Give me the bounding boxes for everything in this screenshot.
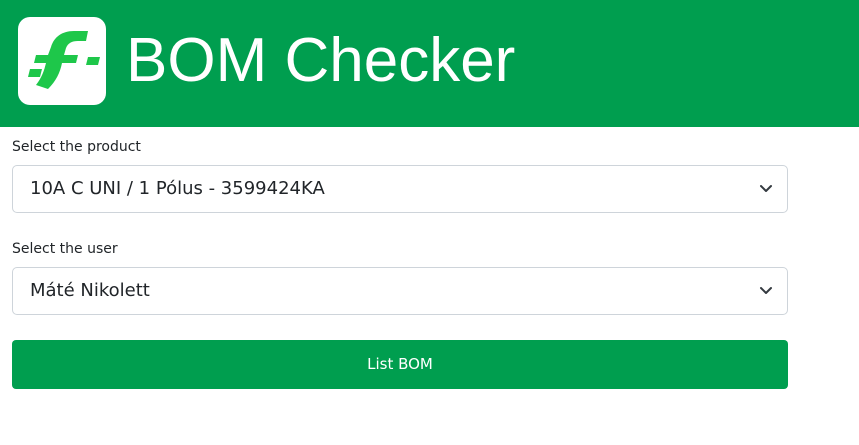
app-header: BOM Checker: [0, 0, 859, 127]
brand-logo: [18, 17, 106, 105]
user-select-value: Máté Nikolett: [30, 280, 150, 301]
product-select[interactable]: 10A C UNI / 1 Pólus - 3599424KA: [12, 165, 788, 213]
list-bom-button[interactable]: List BOM: [12, 340, 788, 389]
user-select[interactable]: Máté Nikolett: [12, 267, 788, 315]
user-label: Select the user: [12, 241, 118, 257]
page-title: BOM Checker: [126, 26, 516, 95]
chevron-down-icon: [760, 287, 772, 294]
brand-s-logo-icon: [28, 31, 100, 89]
product-select-value: 10A C UNI / 1 Pólus - 3599424KA: [30, 178, 325, 199]
product-label: Select the product: [12, 139, 141, 155]
chevron-down-icon: [760, 185, 772, 192]
